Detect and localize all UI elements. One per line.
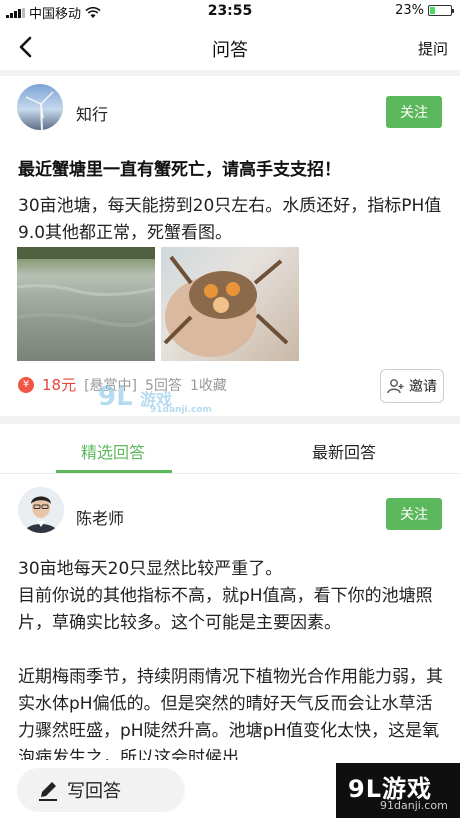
tab-latest-answers[interactable]: 最新回答 bbox=[312, 439, 376, 463]
pond-photo-texture bbox=[16, 247, 157, 328]
invite-label: 邀请 bbox=[409, 379, 437, 395]
clock: 23:55 bbox=[207, 3, 253, 19]
battery-icon bbox=[428, 5, 454, 16]
question-author-name[interactable]: 知行 bbox=[76, 101, 108, 125]
active-tab-indicator bbox=[56, 470, 172, 473]
invite-button[interactable]: 邀请 bbox=[380, 369, 444, 403]
question-title: 最近蟹塘里一直有蟹死亡，请高手支支招！ bbox=[18, 160, 341, 180]
crab-image bbox=[163, 255, 289, 357]
pond-photo[interactable] bbox=[16, 247, 157, 361]
nav-bar: 问答 提问 bbox=[0, 24, 460, 70]
reward-yen-icon: ¥ bbox=[18, 376, 34, 393]
add-user-icon bbox=[387, 379, 404, 394]
section-divider bbox=[0, 70, 460, 76]
answer-paragraph-3: 近期梅雨季节，持续阴雨情况下植物光合作用能力弱，其实水体pH偏低的。但是突然的晴… bbox=[18, 667, 443, 760]
answer-author-name[interactable]: 陈老师 bbox=[76, 505, 124, 529]
dead-crab-photo[interactable] bbox=[161, 247, 299, 361]
status-bar: 中国移动 23:55 23% bbox=[0, 0, 460, 24]
person-photo bbox=[18, 487, 64, 533]
site-watermark: 9L 游戏 91danji.com bbox=[98, 382, 212, 415]
ask-button[interactable]: 提问 bbox=[418, 38, 448, 59]
follow-question-author-button[interactable]: 关注 bbox=[386, 96, 442, 128]
status-right: 23% bbox=[395, 3, 454, 18]
write-answer-button[interactable]: 写回答 bbox=[17, 768, 185, 812]
corner-watermark-logo: 9L游戏 91danji.com bbox=[336, 763, 460, 818]
battery-percent: 23% bbox=[395, 3, 424, 18]
pen-icon bbox=[39, 782, 57, 801]
follow-answer-author-button[interactable]: 关注 bbox=[386, 498, 442, 530]
write-answer-label: 写回答 bbox=[67, 781, 121, 802]
section-divider bbox=[0, 416, 460, 424]
answer-paragraph-2: 目前你说的其他指标不高，就pH值高，看下你的池塘照片，草确实比较多。这个可能是主… bbox=[18, 586, 433, 633]
answer-tabs: 精选回答 最新回答 bbox=[0, 424, 460, 474]
question-author-avatar[interactable] bbox=[17, 84, 63, 130]
page-title: 问答 bbox=[212, 40, 248, 61]
reward-amount: 18元 bbox=[42, 376, 77, 394]
answer-paragraph-1: 30亩地每天20只显然比较严重了。 bbox=[18, 559, 283, 579]
question-body: 30亩池塘，每天能捞到20只左右。水质还好，指标PH值9.0其他都正常，死蟹看图… bbox=[18, 196, 442, 243]
tab-featured-answers[interactable]: 精选回答 bbox=[81, 439, 145, 463]
answer-author-avatar[interactable] bbox=[18, 487, 64, 533]
wind-turbine-image bbox=[25, 91, 54, 130]
